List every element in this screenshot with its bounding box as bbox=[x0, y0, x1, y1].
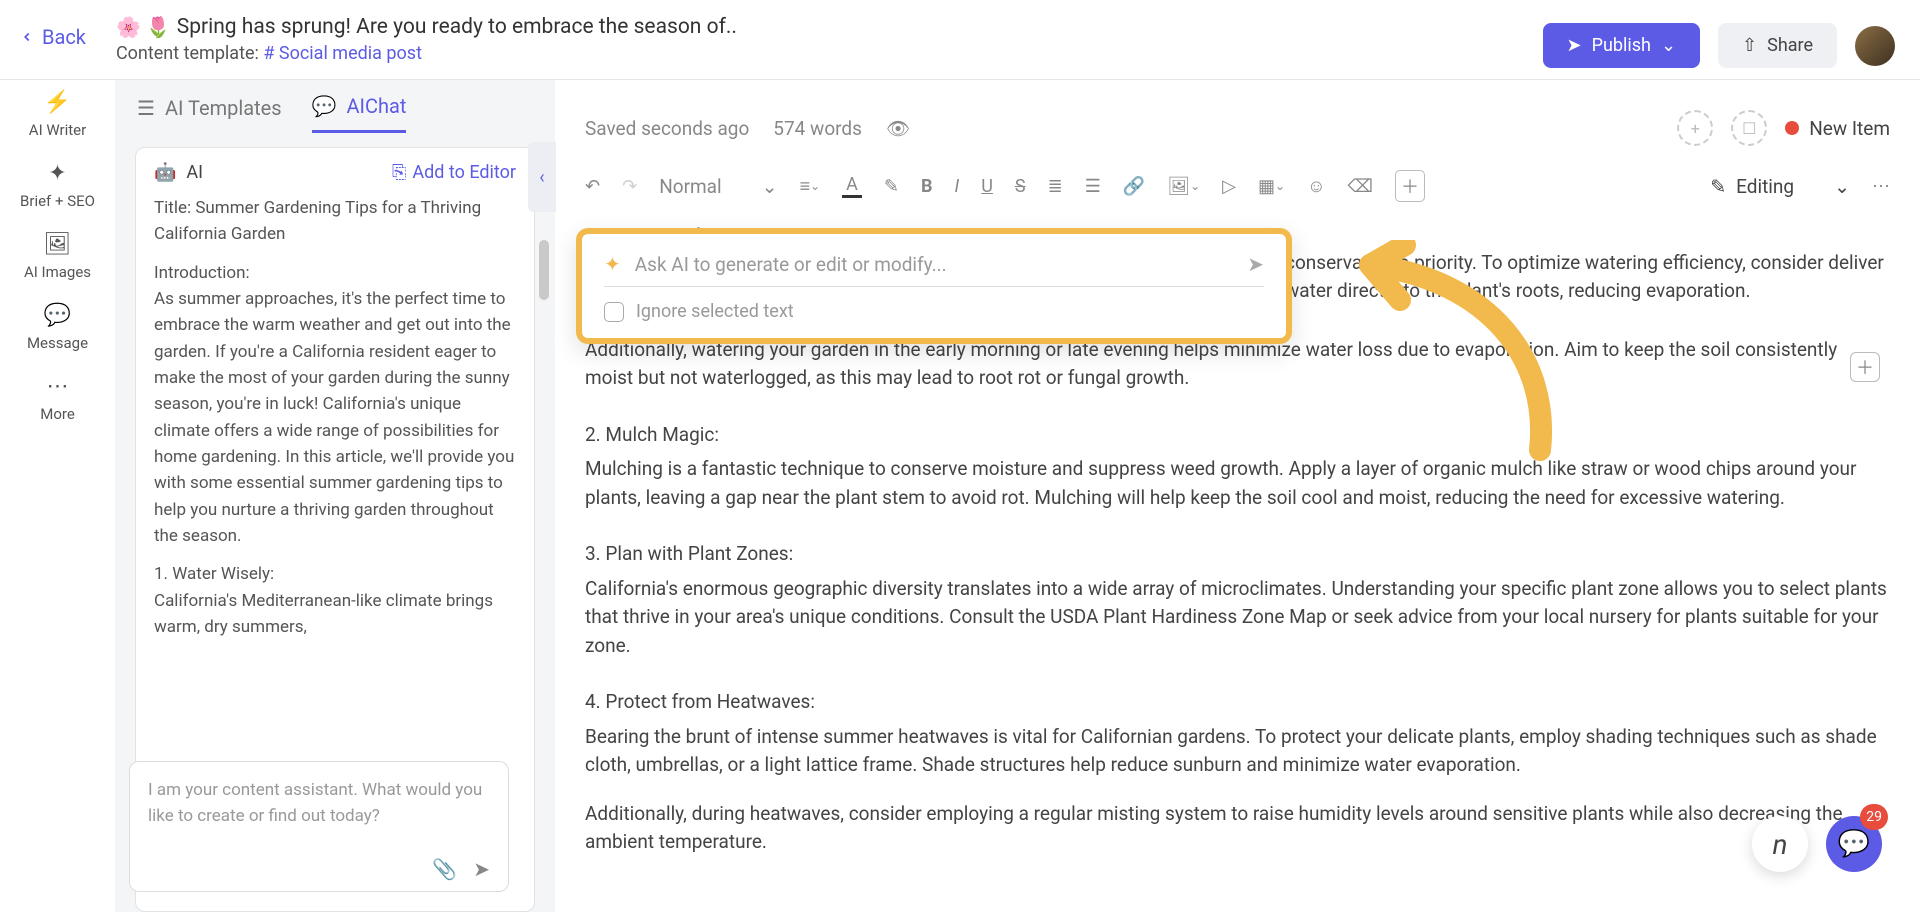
image-button[interactable]: 🖼⌄ bbox=[1167, 176, 1200, 197]
doc-p2: Additionally, watering your garden in th… bbox=[585, 336, 1890, 393]
send-icon: ➤ bbox=[1567, 35, 1582, 56]
more-options-button[interactable]: ⋯ bbox=[1872, 176, 1890, 197]
notification-badge: 29 bbox=[1860, 804, 1888, 830]
ignore-selected-checkbox[interactable] bbox=[604, 302, 624, 322]
add-date-placeholder[interactable]: ☐ bbox=[1731, 110, 1767, 146]
sparkle-icon: ✦ bbox=[604, 252, 621, 276]
tab-ai-templates[interactable]: ☰ AI Templates bbox=[137, 96, 282, 132]
chevron-down-icon: ⌄ bbox=[762, 175, 778, 198]
publish-label: Publish bbox=[1592, 35, 1651, 56]
assistant-placeholder: I am your content assistant. What would … bbox=[148, 778, 490, 829]
avatar[interactable] bbox=[1855, 26, 1895, 66]
tab-ai-chat[interactable]: 💬 AIChat bbox=[312, 94, 407, 133]
align-button[interactable]: ≡⌄ bbox=[800, 176, 821, 197]
pencil-icon: ✎ bbox=[1710, 175, 1726, 198]
link-button[interactable]: 🔗 bbox=[1123, 176, 1145, 197]
ai-intro-text: As summer approaches, it's the perfect t… bbox=[154, 286, 516, 549]
saved-status: Saved seconds ago bbox=[585, 117, 749, 140]
calendar-icon: ☐ bbox=[1742, 119, 1756, 138]
collapse-panel-button[interactable]: ‹ bbox=[528, 142, 556, 212]
chevron-down-icon: ⌄ bbox=[1834, 175, 1850, 198]
nav-brief-seo[interactable]: ✦ Brief + SEO bbox=[20, 161, 95, 210]
robot-icon: 🤖 bbox=[154, 162, 176, 183]
chevron-left-icon: ‹ bbox=[539, 167, 544, 188]
document-title: 🌸 🌷 Spring has sprung! Are you ready to … bbox=[116, 15, 1543, 39]
share-button[interactable]: ⇧ Share bbox=[1718, 23, 1837, 68]
chat-icon: 💬 bbox=[1838, 829, 1870, 859]
ai-intro-label: Introduction: bbox=[154, 260, 516, 286]
ai-ask-popup: ✦ ➤ Ignore selected text bbox=[576, 228, 1292, 344]
more-icon: ⋯ bbox=[47, 374, 69, 399]
back-button[interactable]: Back bbox=[20, 25, 86, 49]
doc-heading-4: 4. Protect from Heatwaves: bbox=[585, 688, 1890, 717]
attachment-icon[interactable]: 📎 bbox=[432, 857, 457, 881]
undo-button[interactable]: ↶ bbox=[585, 176, 600, 197]
ordered-list-button[interactable]: ☰ bbox=[1085, 176, 1101, 197]
nav-ai-images[interactable]: 🖼 AI Images bbox=[24, 232, 91, 281]
doc-p4: California's enormous geographic diversi… bbox=[585, 575, 1890, 661]
templates-icon: ☰ bbox=[137, 96, 155, 120]
status-new-item[interactable]: New Item bbox=[1785, 117, 1890, 140]
title-emoji: 🌸 🌷 bbox=[116, 15, 171, 39]
nav-message[interactable]: 💬 Message bbox=[27, 303, 88, 352]
ai-sec1-text: California's Mediterranean-like climate … bbox=[154, 588, 516, 641]
redo-button[interactable]: ↷ bbox=[622, 176, 637, 197]
strike-button[interactable]: S bbox=[1015, 176, 1026, 197]
highlight-button[interactable]: ✎ bbox=[884, 176, 899, 197]
paragraph-style-select[interactable]: Normal ⌄ bbox=[659, 175, 777, 198]
ignore-label: Ignore selected text bbox=[636, 301, 794, 322]
share-label: Share bbox=[1767, 35, 1813, 56]
publish-button[interactable]: ➤ Publish ⌄ bbox=[1543, 23, 1701, 68]
add-to-editor-button[interactable]: ⎘ Add to Editor bbox=[392, 162, 516, 183]
target-icon: ✦ bbox=[48, 161, 66, 186]
text-color-button[interactable]: A bbox=[842, 174, 862, 198]
message-icon: 💬 bbox=[44, 303, 71, 328]
plus-icon: ＋ bbox=[1856, 354, 1874, 380]
send-icon[interactable]: ➤ bbox=[1247, 252, 1264, 276]
bolt-icon: ⚡ bbox=[44, 90, 71, 115]
ai-body-title: Title: Summer Gardening Tips for a Thriv… bbox=[154, 195, 516, 248]
chat-icon: 💬 bbox=[312, 94, 337, 118]
status-dot-icon bbox=[1785, 121, 1799, 135]
comment-button[interactable]: ＋ bbox=[1395, 170, 1425, 202]
doc-heading-3: 3. Plan with Plant Zones: bbox=[585, 540, 1890, 569]
bold-button[interactable]: B bbox=[921, 176, 933, 197]
image-icon: 🖼 bbox=[44, 232, 72, 257]
visibility-icon[interactable]: 👁 bbox=[886, 117, 910, 140]
doc-p1: conservation a priority. To optimize wat… bbox=[1285, 249, 1890, 306]
add-user-placeholder[interactable]: + bbox=[1677, 110, 1713, 146]
word-count: 574 words bbox=[773, 117, 862, 140]
panel-scrollbar[interactable] bbox=[539, 240, 549, 300]
doc-heading-2: 2. Mulch Magic: bbox=[585, 421, 1890, 450]
bullet-list-button[interactable]: ≣ bbox=[1048, 176, 1063, 197]
app-widget-button[interactable]: n bbox=[1752, 816, 1808, 872]
title-text: Spring has sprung! Are you ready to embr… bbox=[177, 15, 737, 39]
add-comment-button[interactable]: ＋ bbox=[1850, 352, 1880, 382]
ai-ask-input[interactable] bbox=[635, 253, 1233, 276]
doc-p3: Mulching is a fantastic technique to con… bbox=[585, 455, 1890, 512]
user-plus-icon: + bbox=[1691, 119, 1700, 138]
send-icon[interactable]: ➤ bbox=[473, 857, 490, 881]
emoji-button[interactable]: ☺ bbox=[1307, 176, 1325, 197]
doc-p6: Additionally, during heatwaves, consider… bbox=[585, 800, 1890, 857]
import-icon: ⎘ bbox=[392, 162, 406, 183]
editing-mode-select[interactable]: ✎ Editing ⌄ bbox=[1710, 175, 1850, 198]
video-button[interactable]: ▷ bbox=[1222, 176, 1236, 197]
chevron-down-icon: ⌄ bbox=[1661, 35, 1676, 56]
back-label: Back bbox=[42, 25, 86, 49]
upload-icon: ⇧ bbox=[1742, 35, 1757, 56]
underline-button[interactable]: U bbox=[981, 176, 993, 197]
ai-sec1-heading: 1. Water Wisely: bbox=[154, 561, 516, 587]
clear-format-button[interactable]: ⌫ bbox=[1347, 176, 1372, 197]
assistant-input-box[interactable]: I am your content assistant. What would … bbox=[129, 761, 509, 892]
doc-p5: Bearing the brunt of intense summer heat… bbox=[585, 723, 1890, 780]
nav-ai-writer[interactable]: ⚡ AI Writer bbox=[29, 90, 86, 139]
template-label: Content template: bbox=[116, 43, 259, 64]
table-button[interactable]: ▦⌄ bbox=[1258, 176, 1285, 197]
template-link[interactable]: # Social media post bbox=[263, 43, 422, 64]
italic-button[interactable]: I bbox=[954, 176, 959, 197]
ai-label: AI bbox=[186, 162, 203, 183]
nav-more[interactable]: ⋯ More bbox=[40, 374, 75, 423]
